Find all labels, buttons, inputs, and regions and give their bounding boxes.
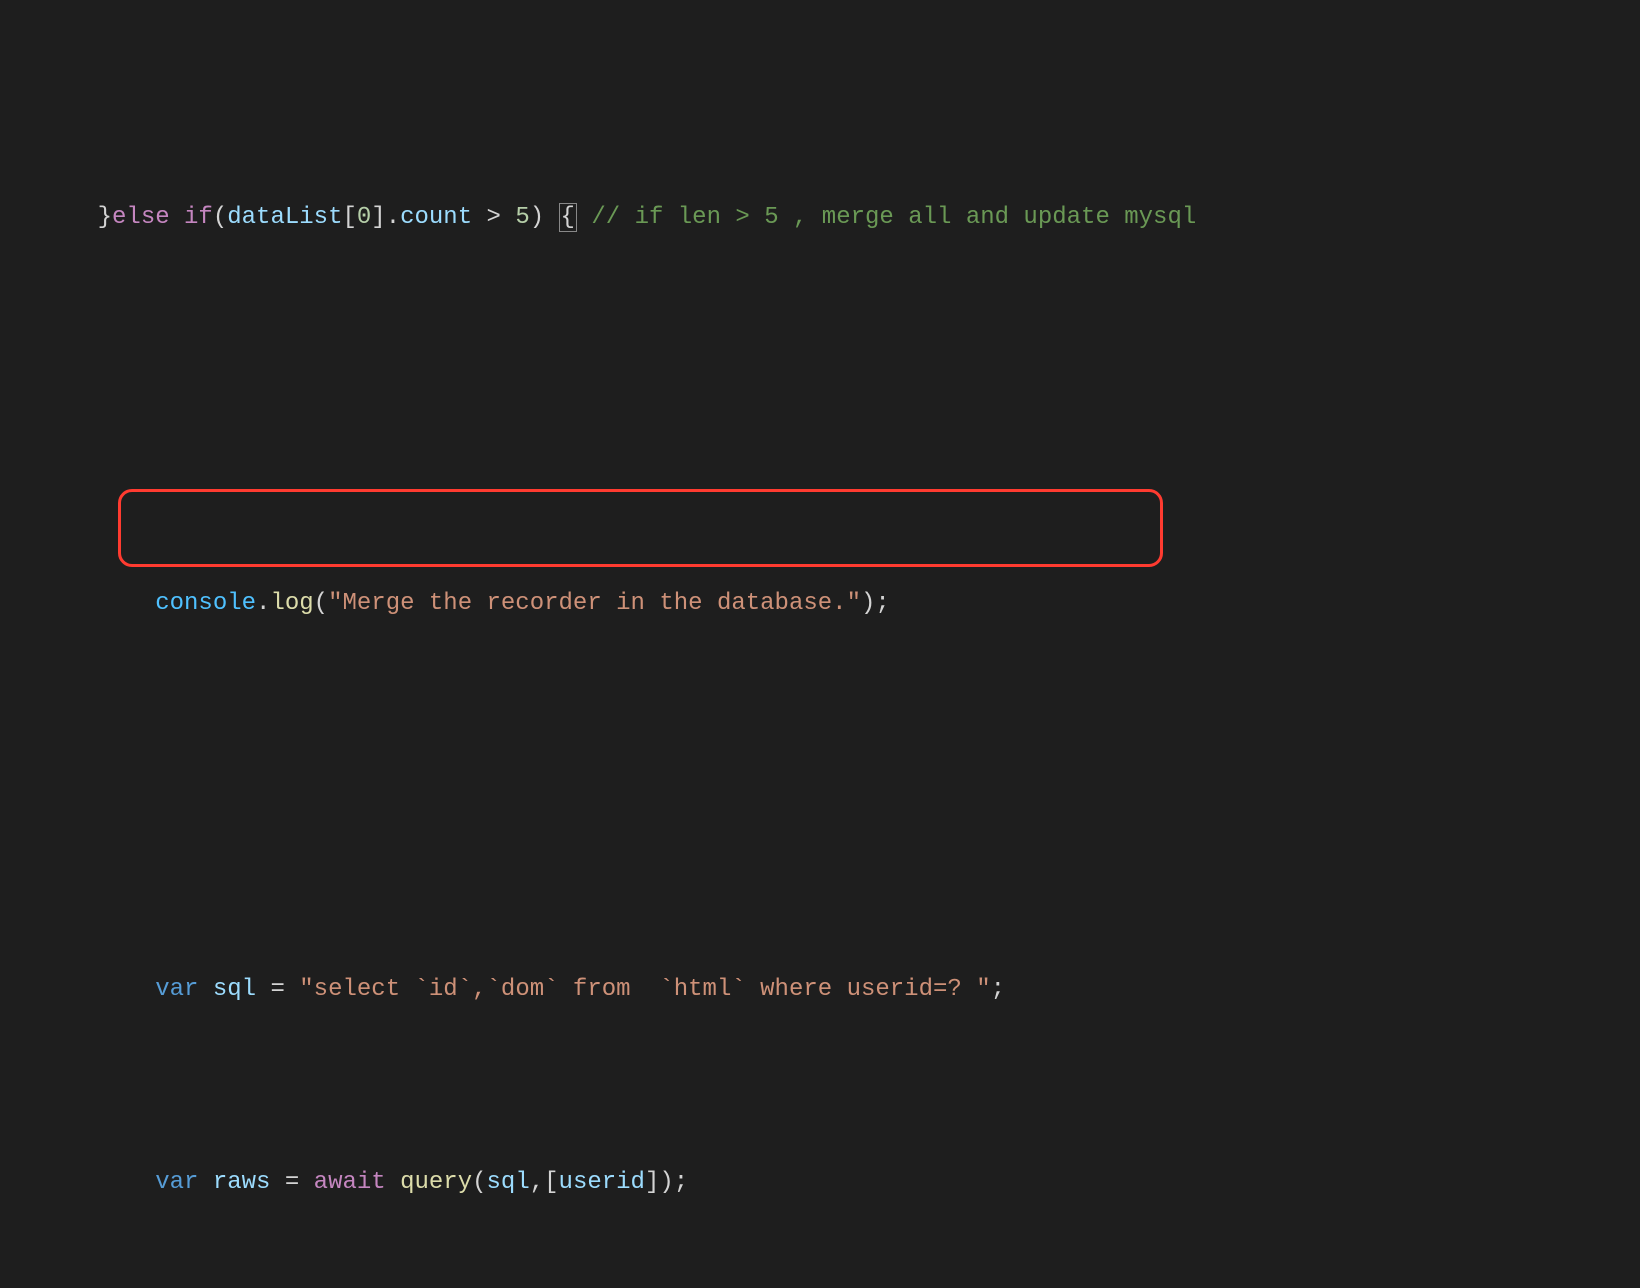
op-eq: = — [270, 976, 284, 1003]
string-literal: "select `id`,`dom` from `html` where use… — [299, 976, 990, 1003]
comma: , — [530, 1169, 544, 1196]
paren-open: ( — [472, 1169, 486, 1196]
indent — [98, 976, 156, 1003]
semicolon: ; — [674, 1169, 688, 1196]
paren-open: ( — [314, 590, 328, 617]
space — [285, 976, 299, 1003]
space — [386, 1169, 400, 1196]
comment: // if len > 5 , merge all and update mys… — [591, 204, 1196, 231]
op-gt: > — [487, 204, 501, 231]
bracket-close: ] — [645, 1169, 659, 1196]
indent — [98, 1169, 156, 1196]
num-zero: 0 — [357, 204, 371, 231]
code-editor[interactable]: }else if(dataList[0].count > 5) { // if … — [0, 0, 1640, 1288]
obj-console: console — [155, 590, 256, 617]
keyword-else: else — [112, 204, 170, 231]
var-dataList: dataList — [227, 204, 342, 231]
paren-close: ) — [861, 590, 875, 617]
prop-count: count — [400, 204, 472, 231]
var-userid: userid — [559, 1169, 645, 1196]
space — [270, 1169, 284, 1196]
code-line-blank — [0, 723, 1640, 772]
keyword-var: var — [155, 1169, 198, 1196]
op-eq: = — [285, 1169, 299, 1196]
bracket-open: [ — [544, 1169, 558, 1196]
bracket-close: ] — [371, 204, 385, 231]
space — [256, 976, 270, 1003]
var-sql: sql — [487, 1169, 530, 1196]
dot: . — [386, 204, 400, 231]
space — [472, 204, 486, 231]
keyword-await: await — [314, 1169, 386, 1196]
fn-query: query — [400, 1169, 472, 1196]
semicolon: ; — [991, 976, 1005, 1003]
paren-close: ) — [659, 1169, 673, 1196]
brace-open-matched: { — [559, 203, 577, 232]
dot: . — [256, 590, 270, 617]
var-raws: raws — [213, 1169, 271, 1196]
code-line: var sql = "select `id`,`dom` from `html`… — [0, 916, 1640, 965]
brace-close: } — [98, 204, 112, 231]
fn-log: log — [270, 590, 313, 617]
code-line: }else if(dataList[0].count > 5) { // if … — [0, 144, 1640, 193]
code-line: var raws = await query(sql,[userid]); — [0, 1109, 1640, 1158]
space — [544, 204, 558, 231]
space — [299, 1169, 313, 1196]
space — [198, 1169, 212, 1196]
code-line-blank — [0, 337, 1640, 386]
code-line: console.log("Merge the recorder in the d… — [0, 530, 1640, 579]
keyword-if: if — [184, 204, 213, 231]
keyword-var: var — [155, 976, 198, 1003]
bracket-open: [ — [342, 204, 356, 231]
paren-open: ( — [213, 204, 227, 231]
space — [577, 204, 591, 231]
space — [198, 976, 212, 1003]
indent — [98, 590, 156, 617]
space — [170, 204, 184, 231]
semicolon: ; — [875, 590, 889, 617]
paren-close: ) — [530, 204, 544, 231]
space — [501, 204, 515, 231]
num-five: 5 — [515, 204, 529, 231]
string-literal: "Merge the recorder in the database." — [328, 590, 861, 617]
var-sql: sql — [213, 976, 256, 1003]
